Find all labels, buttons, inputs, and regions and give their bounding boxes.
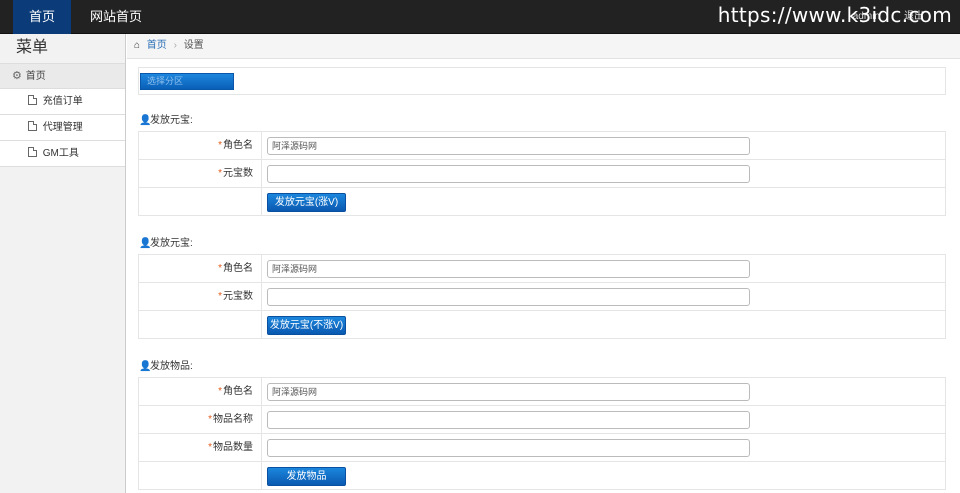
nav-site-home-link[interactable]: 网站首页 bbox=[90, 0, 142, 34]
ingot-amount-input[interactable] bbox=[267, 288, 750, 306]
role-name-input[interactable]: 阿泽源码网 bbox=[267, 260, 750, 278]
section-title-text: 发放元宝: bbox=[150, 115, 193, 126]
sidebar-item-label: 代理管理 bbox=[42, 122, 83, 133]
field-label-text: 物品数量 bbox=[213, 442, 253, 453]
field-label: *角色名 bbox=[139, 132, 262, 159]
field-label: *物品名称 bbox=[139, 406, 262, 433]
home-icon: ⌂ bbox=[134, 40, 141, 51]
file-icon bbox=[28, 95, 37, 105]
form-row: *物品数量 bbox=[139, 434, 945, 462]
user-icon: 👤 bbox=[139, 238, 152, 249]
field-label-text: 元宝数 bbox=[223, 168, 253, 179]
section-title-text: 发放物品: bbox=[150, 361, 193, 372]
breadcrumb: ⌂ 首页 › 设置 bbox=[127, 34, 960, 59]
field-label-text: 角色名 bbox=[223, 386, 253, 397]
field-label-text: 物品名称 bbox=[213, 414, 253, 425]
required-mark: * bbox=[218, 291, 222, 302]
form-row: *角色名 阿泽源码网 bbox=[139, 132, 945, 160]
breadcrumb-current: 设置 bbox=[183, 40, 204, 51]
form-row: *物品名称 bbox=[139, 406, 945, 434]
field-label-text: 角色名 bbox=[223, 140, 253, 151]
form-grant-ingot-no-vip: *角色名 阿泽源码网 *元宝数 发放元宝(不涨V) bbox=[138, 254, 946, 339]
required-mark: * bbox=[218, 140, 222, 151]
required-mark: * bbox=[218, 168, 222, 179]
nav-home-link[interactable]: 首页 bbox=[13, 0, 71, 34]
empty-label bbox=[139, 188, 262, 215]
grant-ingot-no-vip-button[interactable]: 发放元宝(不涨V) bbox=[267, 316, 346, 335]
field-label: *元宝数 bbox=[139, 160, 262, 187]
sidebar-item-label: 充值订单 bbox=[42, 96, 83, 107]
field-label: *物品数量 bbox=[139, 434, 262, 461]
server-select-dropdown[interactable]: 选择分区 bbox=[140, 73, 234, 90]
section-title: 👤发放物品: bbox=[139, 357, 193, 372]
form-grant-ingot-vip: *角色名 阿泽源码网 *元宝数 发放元宝(涨V) bbox=[138, 131, 946, 216]
watermark-text: https://www.k3idc.com bbox=[717, 3, 952, 27]
empty-label bbox=[139, 311, 262, 338]
field-label: *元宝数 bbox=[139, 283, 262, 310]
required-mark: * bbox=[208, 442, 212, 453]
gear-icon: ⚙ bbox=[12, 70, 22, 82]
form-row: *元宝数 bbox=[139, 160, 945, 188]
field-label-text: 角色名 bbox=[223, 263, 253, 274]
sidebar-item-label: GM工具 bbox=[42, 148, 79, 159]
form-row: *元宝数 bbox=[139, 283, 945, 311]
file-icon bbox=[28, 147, 37, 157]
required-mark: * bbox=[208, 414, 212, 425]
user-icon: 👤 bbox=[139, 361, 152, 372]
field-label: *角色名 bbox=[139, 378, 262, 405]
form-row: 发放元宝(涨V) bbox=[139, 188, 945, 216]
required-mark: * bbox=[218, 263, 222, 274]
breadcrumb-separator: › bbox=[173, 40, 177, 51]
grant-items-button[interactable]: 发放物品 bbox=[267, 467, 346, 486]
role-name-input[interactable]: 阿泽源码网 bbox=[267, 383, 750, 401]
server-select-panel: 选择分区 bbox=[138, 67, 946, 95]
section-title-text: 发放元宝: bbox=[150, 238, 193, 249]
item-name-input[interactable] bbox=[267, 411, 750, 429]
sidebar-item-home[interactable]: ⚙ 首页 bbox=[0, 64, 125, 89]
field-label-text: 元宝数 bbox=[223, 291, 253, 302]
top-navbar: 首页 网站首页 admin 退出 https://www.k3idc.com bbox=[0, 0, 960, 34]
sidebar-item-gm-tools[interactable]: GM工具 bbox=[0, 141, 125, 167]
form-row: 发放元宝(不涨V) bbox=[139, 311, 945, 339]
section-title: 👤发放元宝: bbox=[139, 111, 193, 126]
field-label: *角色名 bbox=[139, 255, 262, 282]
role-name-input[interactable]: 阿泽源码网 bbox=[267, 137, 750, 155]
ingot-amount-input[interactable] bbox=[267, 165, 750, 183]
sidebar: 菜单 ⚙ 首页 充值订单 代理管理 GM工具 bbox=[0, 34, 126, 493]
sidebar-item-recharge-orders[interactable]: 充值订单 bbox=[0, 89, 125, 115]
form-grant-items: *角色名 阿泽源码网 *物品名称 *物品数量 发放物品 bbox=[138, 377, 946, 490]
section-title: 👤发放元宝: bbox=[139, 234, 193, 249]
form-row: *角色名 阿泽源码网 bbox=[139, 255, 945, 283]
file-icon bbox=[28, 121, 37, 131]
user-icon: 👤 bbox=[139, 115, 152, 126]
required-mark: * bbox=[218, 386, 222, 397]
sidebar-title: 菜单 bbox=[0, 34, 125, 64]
item-quantity-input[interactable] bbox=[267, 439, 750, 457]
main-content: 选择分区 👤发放元宝: *角色名 阿泽源码网 *元宝数 发放元宝(涨V) 👤发放… bbox=[127, 59, 960, 493]
breadcrumb-home-link[interactable]: 首页 bbox=[147, 40, 167, 51]
sidebar-item-agent-management[interactable]: 代理管理 bbox=[0, 115, 125, 141]
empty-label bbox=[139, 462, 262, 489]
grant-ingot-vip-button[interactable]: 发放元宝(涨V) bbox=[267, 193, 346, 212]
sidebar-item-label: 首页 bbox=[25, 71, 46, 82]
form-row: *角色名 阿泽源码网 bbox=[139, 378, 945, 406]
form-row: 发放物品 bbox=[139, 462, 945, 490]
